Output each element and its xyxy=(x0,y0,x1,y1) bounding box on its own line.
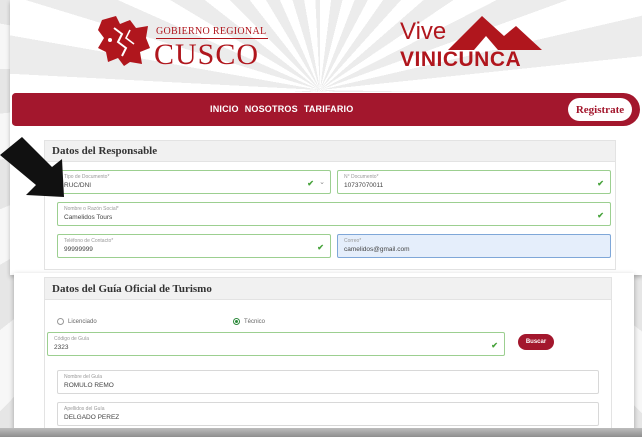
apellidos-guia-value: DELGADO PEREZ xyxy=(64,414,120,421)
vive-vinicunca-logo[interactable]: Vive VINICUNCA xyxy=(398,12,548,78)
tipo-documento-label: Tipo de Documento* xyxy=(64,174,110,180)
cusco-map-emblem-icon xyxy=(98,16,150,66)
apellidos-guia-label: Apellidos del Guía xyxy=(64,406,105,412)
telefono-label: Teléfono de Contacto* xyxy=(64,238,114,244)
vive-text: Vive xyxy=(400,18,447,45)
nav-inicio[interactable]: INICIO xyxy=(210,104,239,114)
radio-tecnico-icon[interactable] xyxy=(233,318,240,325)
nombre-guia-value: ROMULO REMO xyxy=(64,382,114,389)
correo-value: camelidos@gmail.com xyxy=(344,246,410,253)
valid-check-icon: ✔ xyxy=(491,341,498,350)
buscar-button[interactable]: Buscar xyxy=(518,334,554,350)
radio-licenciado-icon[interactable] xyxy=(57,318,64,325)
guia-section: Datos del Guía Oficial de Turismo Licenc… xyxy=(44,277,612,433)
nombre-guia-field[interactable]: Nombre del Guía ROMULO REMO xyxy=(57,370,599,394)
valid-check-icon: ✔ xyxy=(597,179,604,188)
gobierno-regional-cusco-logo[interactable]: GOBIERNO REGIONAL CUSCO xyxy=(96,14,286,74)
guia-title: Datos del Guía Oficial de Turismo xyxy=(45,278,611,300)
valid-check-icon: ✔ xyxy=(307,179,314,188)
nav-nosotros[interactable]: NOSOTROS xyxy=(245,104,298,114)
razon-social-label: Nombre o Razón Social* xyxy=(64,206,119,212)
tipo-documento-value: RUC/DNI xyxy=(64,182,92,189)
valid-check-icon: ✔ xyxy=(317,243,324,252)
razon-social-value: Camelidos Tours xyxy=(64,214,113,221)
vinicunca-text: VINICUNCA xyxy=(400,48,522,71)
gob-subtitle: GOBIERNO REGIONAL xyxy=(156,26,267,37)
registration-page-top: GOBIERNO REGIONAL CUSCO Vive VINICUNCA I… xyxy=(10,0,642,275)
chevron-down-icon[interactable]: ⌄ xyxy=(319,178,325,186)
radio-licenciado[interactable]: Licenciado xyxy=(57,318,97,325)
registration-page-bottom: Datos del Guía Oficial de Turismo Licenc… xyxy=(14,273,634,433)
numero-documento-value: 10737070011 xyxy=(344,182,384,189)
nav-links: INICIO NOSOTROS TARIFARIO xyxy=(210,104,353,114)
mountain-icon xyxy=(448,16,542,50)
nombre-guia-label: Nombre del Guía xyxy=(64,374,103,380)
gob-title: CUSCO xyxy=(154,38,260,71)
telefono-value: 99999999 xyxy=(64,246,93,253)
telefono-field[interactable]: Teléfono de Contacto* 99999999 ✔ xyxy=(57,234,331,258)
main-navbar: INICIO NOSOTROS TARIFARIO Registrate xyxy=(12,93,640,126)
bottom-shadow xyxy=(0,428,642,437)
codigo-guia-label: Código de Guía xyxy=(54,336,90,342)
responsable-title: Datos del Responsable xyxy=(45,141,615,162)
responsable-section: Datos del Responsable Tipo de Documento*… xyxy=(44,140,616,270)
correo-field[interactable]: Correo* camelidos@gmail.com xyxy=(337,234,611,258)
razon-social-field[interactable]: Nombre o Razón Social* Camelidos Tours ✔ xyxy=(57,202,611,226)
tipo-documento-select[interactable]: Tipo de Documento* RUC/DNI ✔ ⌄ xyxy=(57,170,331,194)
pointer-arrow-icon xyxy=(0,137,64,197)
register-button[interactable]: Registrate xyxy=(568,98,632,121)
correo-label: Correo* xyxy=(344,238,362,244)
nav-tarifario[interactable]: TARIFARIO xyxy=(304,104,354,114)
radio-licenciado-label: Licenciado xyxy=(68,318,97,325)
apellidos-guia-field[interactable]: Apellidos del Guía DELGADO PEREZ xyxy=(57,402,599,426)
codigo-guia-value: 2323 xyxy=(54,344,69,351)
site-header: GOBIERNO REGIONAL CUSCO Vive VINICUNCA xyxy=(10,0,642,92)
radio-tecnico-label: Técnico xyxy=(244,318,266,325)
codigo-guia-field[interactable]: Código de Guía 2323 ✔ xyxy=(47,332,505,356)
numero-documento-label: N° Documento* xyxy=(344,174,379,180)
valid-check-icon: ✔ xyxy=(597,211,604,220)
radio-tecnico[interactable]: Técnico xyxy=(233,318,265,325)
numero-documento-field[interactable]: N° Documento* 10737070011 ✔ xyxy=(337,170,611,194)
